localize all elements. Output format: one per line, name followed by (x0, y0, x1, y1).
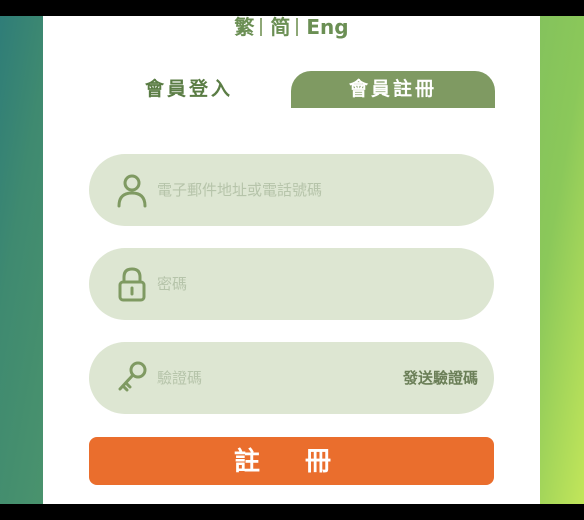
lang-divider (260, 18, 263, 36)
tab-login[interactable]: 會員登入 (89, 71, 289, 108)
auth-tabs: 會員登入 會員註冊 (89, 71, 495, 111)
lang-divider (296, 18, 299, 36)
verification-code-input[interactable] (157, 360, 357, 396)
tab-register[interactable]: 會員註冊 (291, 71, 495, 108)
lang-english[interactable]: Eng (306, 16, 348, 38)
letterbox-top (0, 0, 584, 16)
register-panel: 繁简 Eng 會員登入 會員註冊 發送驗證碼 註 冊 (43, 16, 540, 504)
language-switcher: 繁简 Eng (43, 16, 540, 40)
letterbox-bottom (0, 504, 584, 520)
send-code-button[interactable]: 發送驗證碼 (403, 364, 478, 392)
email-field (89, 154, 494, 226)
password-input[interactable] (157, 266, 457, 302)
lang-traditional[interactable]: 繁 (234, 16, 254, 38)
key-icon (118, 361, 147, 392)
password-field (89, 248, 494, 320)
register-submit-button[interactable]: 註 冊 (89, 437, 494, 485)
user-icon (117, 174, 147, 208)
lang-simplified[interactable]: 简 (270, 16, 290, 38)
lock-icon (118, 267, 146, 302)
email-input[interactable] (157, 172, 457, 208)
verification-code-field: 發送驗證碼 (89, 342, 494, 414)
